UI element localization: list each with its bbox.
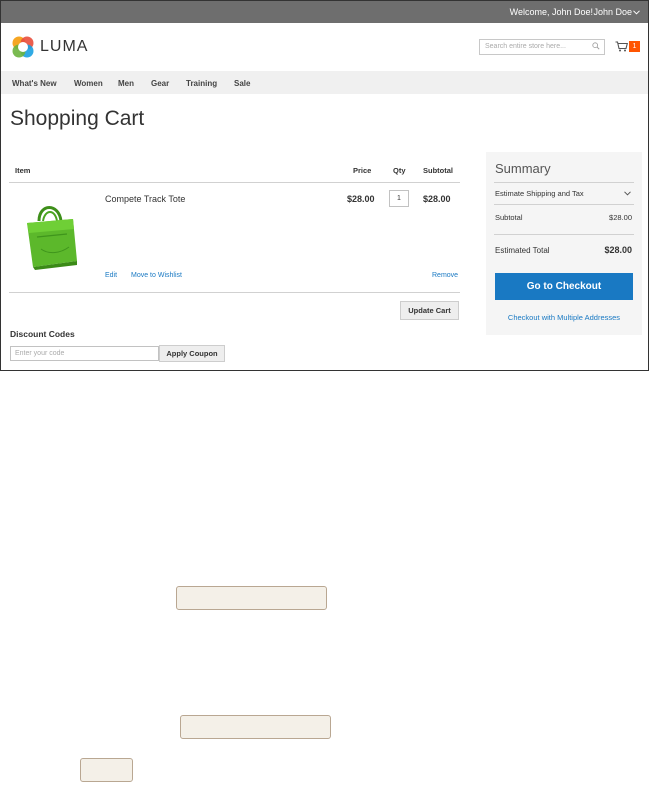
summary-title: Summary bbox=[495, 161, 551, 176]
update-cart-button[interactable]: Update Cart bbox=[400, 301, 459, 320]
screenshot-frame: Welcome, John Doe! John Doe LUMA Search … bbox=[0, 0, 649, 371]
logo-text: LUMA bbox=[40, 38, 89, 55]
discount-code-placeholder: Enter your code bbox=[15, 350, 65, 357]
remove-link[interactable]: Remove bbox=[432, 272, 458, 279]
cart-icon[interactable] bbox=[615, 41, 628, 52]
search-input[interactable]: Search entire store here... bbox=[479, 39, 605, 55]
blank-answer-field[interactable] bbox=[180, 715, 331, 739]
checkout-multiple-addresses-link[interactable]: Checkout with Multiple Addresses bbox=[486, 313, 642, 322]
search-icon[interactable] bbox=[592, 42, 600, 50]
product-price: $28.00 bbox=[347, 194, 375, 204]
nav-item-gear[interactable]: Gear bbox=[151, 79, 169, 88]
move-to-wishlist-link[interactable]: Move to Wishlist bbox=[131, 272, 182, 279]
blank-answer-field[interactable] bbox=[176, 586, 327, 610]
summary-panel: Summary Estimate Shipping and Tax Subtot… bbox=[486, 152, 642, 335]
nav-item-men[interactable]: Men bbox=[118, 79, 134, 88]
nav-item-women[interactable]: Women bbox=[74, 79, 103, 88]
edit-link[interactable]: Edit bbox=[105, 272, 117, 279]
subtotal-label: Subtotal bbox=[495, 213, 523, 222]
nav-item-sale[interactable]: Sale bbox=[234, 79, 250, 88]
top-bar: Welcome, John Doe! John Doe bbox=[1, 1, 648, 23]
user-menu-label: John Doe bbox=[593, 7, 632, 17]
table-header-divider bbox=[9, 182, 460, 183]
product-name[interactable]: Compete Track Tote bbox=[105, 194, 185, 204]
chevron-down-icon bbox=[633, 10, 640, 15]
product-subtotal: $28.00 bbox=[423, 194, 451, 204]
estimated-total-label: Estimated Total bbox=[495, 246, 550, 255]
estimated-total-value: $28.00 bbox=[604, 245, 632, 255]
estimate-shipping-label: Estimate Shipping and Tax bbox=[495, 189, 584, 198]
blank-answer-field[interactable] bbox=[80, 758, 133, 782]
cart-count-badge[interactable]: 1 bbox=[629, 41, 640, 52]
column-header-price: Price bbox=[353, 166, 372, 175]
go-to-checkout-button[interactable]: Go to Checkout bbox=[495, 273, 633, 300]
main-nav: What's New Women Men Gear Training Sale bbox=[1, 71, 648, 94]
column-header-item: Item bbox=[15, 166, 31, 175]
column-header-subtotal: Subtotal bbox=[423, 166, 453, 175]
search-placeholder: Search entire store here... bbox=[485, 43, 566, 50]
nav-item-training[interactable]: Training bbox=[186, 79, 217, 88]
product-image[interactable] bbox=[23, 199, 79, 271]
discount-codes-toggle[interactable]: Discount Codes bbox=[10, 329, 75, 339]
column-header-qty: Qty bbox=[393, 166, 406, 175]
chevron-down-icon bbox=[624, 191, 631, 196]
user-menu[interactable]: John Doe bbox=[593, 7, 640, 17]
qty-input[interactable]: 1 bbox=[389, 190, 409, 207]
page-title: Shopping Cart bbox=[10, 107, 145, 130]
luma-logo-icon bbox=[12, 36, 34, 58]
welcome-message: Welcome, John Doe! bbox=[509, 7, 593, 17]
cart-item-divider bbox=[9, 292, 460, 293]
estimate-shipping-toggle[interactable]: Estimate Shipping and Tax bbox=[495, 189, 633, 198]
nav-item-whats-new[interactable]: What's New bbox=[12, 79, 57, 88]
subtotal-value: $28.00 bbox=[609, 213, 632, 222]
apply-coupon-button[interactable]: Apply Coupon bbox=[159, 345, 225, 362]
discount-code-input[interactable]: Enter your code bbox=[10, 346, 159, 361]
summary-divider bbox=[494, 204, 634, 205]
summary-divider bbox=[494, 234, 634, 235]
summary-divider bbox=[494, 182, 634, 183]
